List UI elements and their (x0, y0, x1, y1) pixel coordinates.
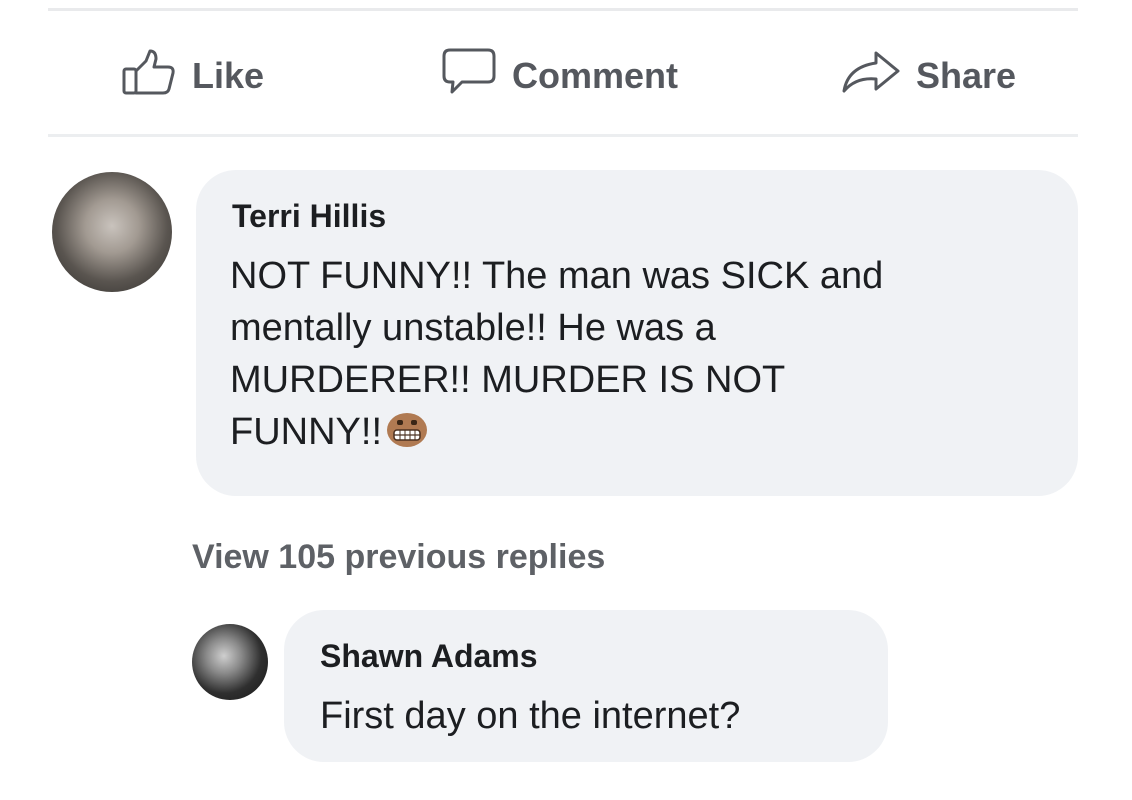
comment-line: FUNNY!! (230, 411, 382, 453)
speech-bubble-icon (440, 46, 498, 107)
comment-last-line: FUNNY!! (230, 406, 1060, 458)
like-button[interactable]: Like (120, 44, 264, 108)
comment-line: mentally unstable!! He was a (230, 307, 716, 349)
share-button[interactable]: Share (840, 44, 1016, 108)
thumbs-up-icon (120, 47, 178, 106)
comment-button[interactable]: Comment (440, 44, 678, 108)
comment-author[interactable]: Terri Hillis (232, 198, 386, 235)
top-divider (48, 8, 1078, 11)
reply-author[interactable]: Shawn Adams (320, 638, 538, 675)
facebook-post-comments: Like Comment Share Terri Hillis NOT FUNN… (0, 0, 1132, 800)
grimacing-face-icon (386, 410, 428, 448)
avatar[interactable] (52, 172, 172, 292)
view-previous-replies-link[interactable]: View 105 previous replies (192, 538, 605, 577)
post-action-bar: Like Comment Share (0, 36, 1132, 120)
avatar[interactable] (192, 624, 268, 700)
like-label: Like (192, 55, 265, 96)
share-arrow-icon (840, 47, 902, 106)
comment-line: MURDERER!! MURDER IS NOT (230, 359, 786, 401)
comment-text: NOT FUNNY!! The man was SICK and mentall… (230, 250, 1060, 458)
action-divider (48, 134, 1078, 137)
comment-label: Comment (512, 55, 679, 96)
reply-text: First day on the internet? (320, 695, 741, 737)
comment-line: NOT FUNNY!! The man was SICK and (230, 255, 884, 297)
share-label: Share (916, 55, 1017, 96)
